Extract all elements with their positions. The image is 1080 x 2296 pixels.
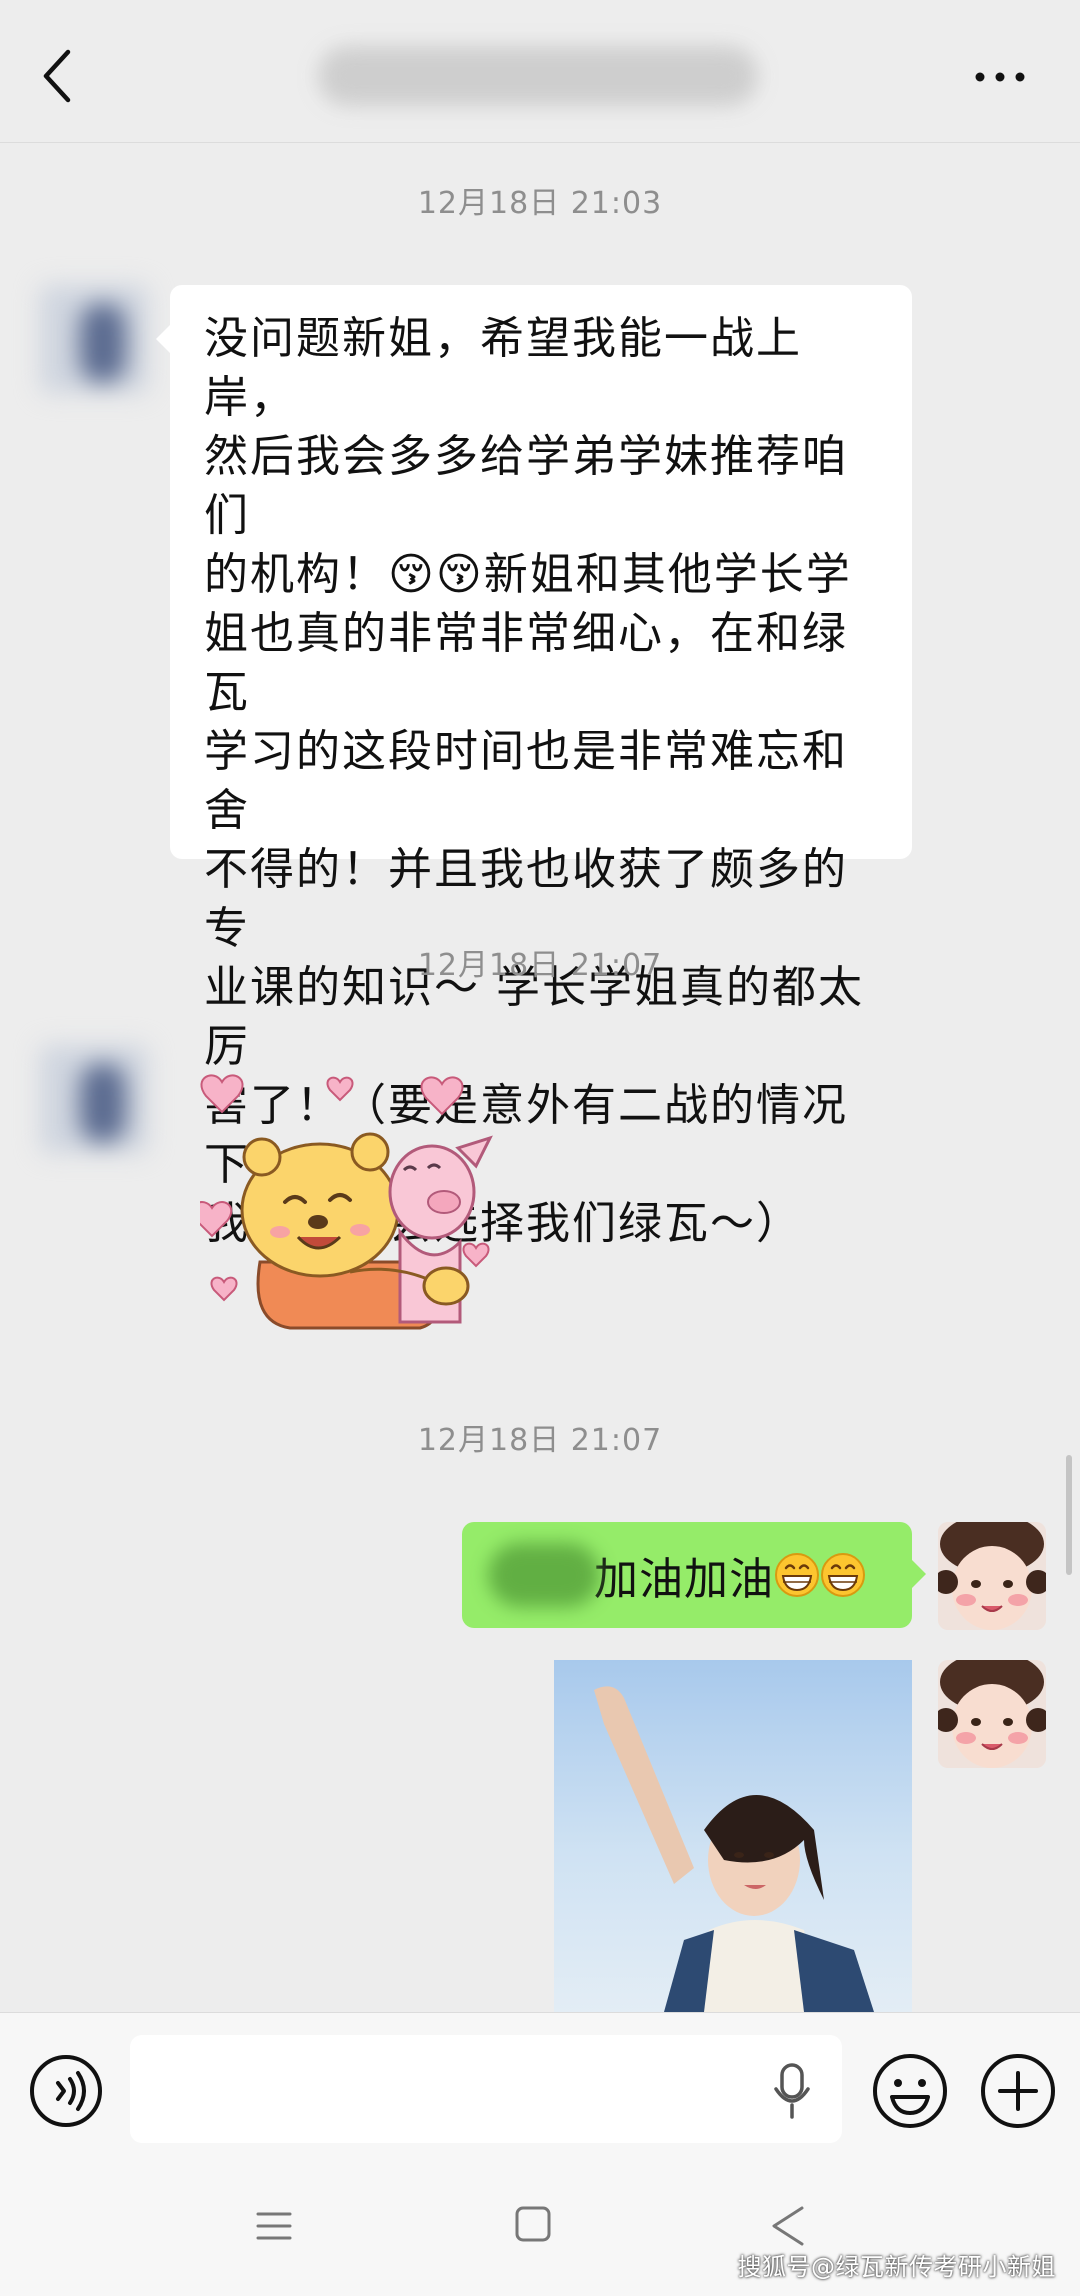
girl-face-icon (938, 1660, 1046, 1768)
my-avatar[interactable] (938, 1522, 1046, 1630)
message-input[interactable] (130, 2035, 842, 2143)
emoji-face-icon[interactable] (870, 2051, 950, 2131)
my-avatar[interactable] (938, 1660, 1046, 1768)
pooh-piglet-hug-sticker[interactable] (200, 1052, 510, 1332)
chat-title[interactable] (318, 46, 758, 106)
menu-lines-icon[interactable] (254, 2206, 294, 2246)
plus-circle-icon[interactable] (978, 2051, 1058, 2131)
message-timestamp: 12月18日 21:07 (417, 948, 663, 983)
voice-mode-icon[interactable] (28, 2053, 104, 2129)
grinning-face-emoji (775, 1553, 819, 1597)
message-timestamp: 12月18日 21:03 (417, 186, 663, 221)
grinning-face-emoji (821, 1553, 865, 1597)
contact-avatar[interactable] (40, 1045, 148, 1153)
message-timestamp: 12月18日 21:07 (417, 1423, 663, 1458)
contact-avatar[interactable] (40, 285, 148, 393)
more-dots-icon[interactable] (970, 62, 1030, 92)
input-bar (0, 2012, 1080, 2163)
microphone-icon[interactable] (772, 2061, 812, 2121)
chevron-left-icon[interactable] (36, 46, 80, 106)
scrollbar[interactable] (1066, 1455, 1072, 1575)
back-triangle-icon[interactable] (768, 2204, 808, 2248)
chat-header (0, 0, 1080, 143)
home-square-icon[interactable] (513, 2204, 553, 2244)
blurred-name (488, 1543, 600, 1607)
girl-waving-sky-photo[interactable] (554, 1660, 912, 2012)
watermark: 搜狐号@绿瓦新传考研小新姐 (737, 2253, 1056, 2281)
my-message-bubble[interactable]: 加油加油 (462, 1522, 926, 1628)
contact-message-bubble[interactable]: 没问题新姐，希望我能一战上岸， 然后我会多多给学弟学妹推荐咱们 的机构！😚😚新姐… (156, 285, 912, 1249)
message-text: 加油加油 (594, 1554, 774, 1605)
photo-content (594, 1686, 874, 2012)
girl-face-icon (938, 1522, 1046, 1630)
system-nav-bar: 搜狐号@绿瓦新传考研小新姐 (0, 2162, 1080, 2296)
